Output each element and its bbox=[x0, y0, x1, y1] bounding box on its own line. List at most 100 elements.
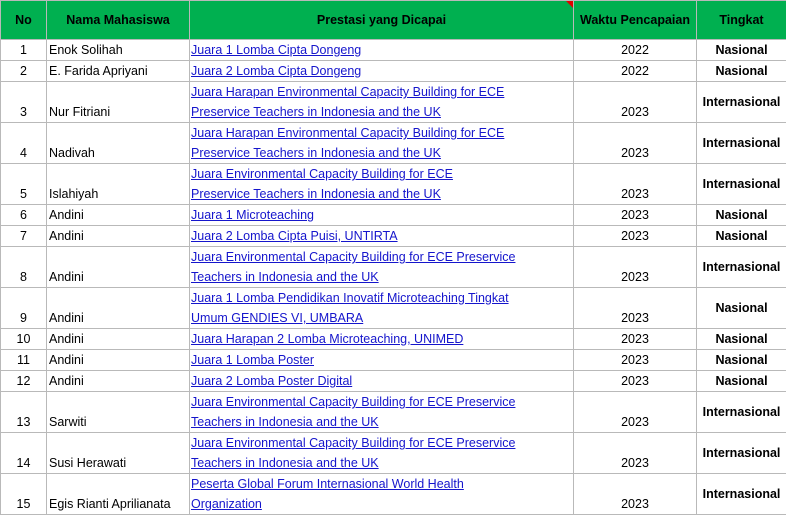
year-cell[interactable]: 2023 bbox=[574, 350, 697, 371]
column-header-no[interactable]: No bbox=[1, 1, 47, 40]
student-name-cell[interactable]: Andini bbox=[47, 247, 190, 288]
achievement-link[interactable]: Juara 2 Lomba Poster Digital bbox=[191, 371, 571, 391]
level-cell[interactable]: Internasional bbox=[697, 164, 786, 205]
level-cell[interactable]: Nasional bbox=[697, 205, 786, 226]
year-cell[interactable]: 2023 bbox=[574, 433, 697, 474]
achievement-link[interactable]: Juara Environmental Capacity Building fo… bbox=[191, 392, 571, 412]
achievement-link[interactable]: Teachers in Indonesia and the UK bbox=[191, 412, 571, 432]
row-number-cell[interactable]: 6 bbox=[1, 205, 47, 226]
year-cell[interactable]: 2023 bbox=[574, 123, 697, 164]
year-cell[interactable]: 2023 bbox=[574, 474, 697, 515]
row-number-cell[interactable]: 2 bbox=[1, 61, 47, 82]
student-name-cell[interactable]: Nur Fitriani bbox=[47, 82, 190, 123]
achievement-link[interactable]: Juara Harapan Environmental Capacity Bui… bbox=[191, 82, 571, 102]
level-cell[interactable]: Internasional bbox=[697, 123, 786, 164]
row-number-cell[interactable]: 9 bbox=[1, 288, 47, 329]
achievement-link[interactable]: Juara 1 Lomba Poster bbox=[191, 350, 571, 370]
achievement-cell[interactable]: Juara Environmental Capacity Building fo… bbox=[190, 247, 574, 288]
achievement-cell[interactable]: Peserta Global Forum Internasional World… bbox=[190, 474, 574, 515]
achievement-link[interactable]: Juara Environmental Capacity Building fo… bbox=[191, 433, 571, 453]
achievement-link[interactable]: Preservice Teachers in Indonesia and the… bbox=[191, 102, 571, 122]
column-header-achievement[interactable]: Prestasi yang Dicapai bbox=[190, 1, 574, 40]
column-header-level[interactable]: Tingkat bbox=[697, 1, 786, 40]
row-number-cell[interactable]: 1 bbox=[1, 40, 47, 61]
achievement-link[interactable]: Teachers in Indonesia and the UK bbox=[191, 453, 571, 473]
achievement-cell[interactable]: Juara 1 Lomba Cipta Dongeng bbox=[190, 40, 574, 61]
year-cell[interactable]: 2023 bbox=[574, 371, 697, 392]
level-cell[interactable]: Internasional bbox=[697, 392, 786, 433]
year-cell[interactable]: 2022 bbox=[574, 61, 697, 82]
student-name-cell[interactable]: Andini bbox=[47, 371, 190, 392]
row-number-cell[interactable]: 10 bbox=[1, 329, 47, 350]
row-number-cell[interactable]: 11 bbox=[1, 350, 47, 371]
row-number-cell[interactable]: 4 bbox=[1, 123, 47, 164]
achievement-cell[interactable]: Juara Harapan 2 Lomba Microteaching, UNI… bbox=[190, 329, 574, 350]
achievement-link[interactable]: Juara 2 Lomba Cipta Dongeng bbox=[191, 61, 571, 81]
year-cell[interactable]: 2023 bbox=[574, 329, 697, 350]
level-cell[interactable]: Internasional bbox=[697, 474, 786, 515]
year-cell[interactable]: 2023 bbox=[574, 288, 697, 329]
achievement-cell[interactable]: Juara Environmental Capacity Building fo… bbox=[190, 392, 574, 433]
level-cell[interactable]: Nasional bbox=[697, 226, 786, 247]
achievement-link[interactable]: Teachers in Indonesia and the UK bbox=[191, 267, 571, 287]
level-cell[interactable]: Internasional bbox=[697, 433, 786, 474]
student-name-cell[interactable]: Sarwiti bbox=[47, 392, 190, 433]
level-cell[interactable]: Nasional bbox=[697, 329, 786, 350]
achievement-cell[interactable]: Juara 1 Lomba Poster bbox=[190, 350, 574, 371]
year-cell[interactable]: 2023 bbox=[574, 164, 697, 205]
achievement-link[interactable]: Juara Environmental Capacity Building fo… bbox=[191, 247, 571, 267]
achievement-cell[interactable]: Juara Environmental Capacity Building fo… bbox=[190, 433, 574, 474]
student-name-cell[interactable]: Islahiyah bbox=[47, 164, 190, 205]
level-cell[interactable]: Nasional bbox=[697, 350, 786, 371]
achievement-link[interactable]: Umum GENDIES VI, UMBARA bbox=[191, 308, 571, 328]
column-header-time[interactable]: Waktu Pencapaian bbox=[574, 1, 697, 40]
student-name-cell[interactable]: Andini bbox=[47, 288, 190, 329]
year-cell[interactable]: 2023 bbox=[574, 82, 697, 123]
achievement-link[interactable]: Juara 1 Lomba Cipta Dongeng bbox=[191, 40, 571, 60]
student-name-cell[interactable]: Egis Rianti Aprilianata bbox=[47, 474, 190, 515]
row-number-cell[interactable]: 12 bbox=[1, 371, 47, 392]
achievement-link[interactable]: Peserta Global Forum Internasional World… bbox=[191, 474, 571, 494]
level-cell[interactable]: Internasional bbox=[697, 82, 786, 123]
year-cell[interactable]: 2022 bbox=[574, 40, 697, 61]
year-cell[interactable]: 2023 bbox=[574, 205, 697, 226]
row-number-cell[interactable]: 7 bbox=[1, 226, 47, 247]
level-cell[interactable]: Nasional bbox=[697, 288, 786, 329]
achievement-link[interactable]: Juara 1 Lomba Pendidikan Inovatif Microt… bbox=[191, 288, 571, 308]
achievement-cell[interactable]: Juara 1 Lomba Pendidikan Inovatif Microt… bbox=[190, 288, 574, 329]
row-number-cell[interactable]: 13 bbox=[1, 392, 47, 433]
student-name-cell[interactable]: Enok Solihah bbox=[47, 40, 190, 61]
achievement-cell[interactable]: Juara 2 Lomba Cipta Dongeng bbox=[190, 61, 574, 82]
achievement-cell[interactable]: Juara Harapan Environmental Capacity Bui… bbox=[190, 82, 574, 123]
achievement-link[interactable]: Preservice Teachers in Indonesia and the… bbox=[191, 184, 571, 204]
column-header-name[interactable]: Nama Mahasiswa bbox=[47, 1, 190, 40]
year-cell[interactable]: 2023 bbox=[574, 247, 697, 288]
achievement-link[interactable]: Juara Environmental Capacity Building fo… bbox=[191, 164, 571, 184]
achievement-cell[interactable]: Juara Harapan Environmental Capacity Bui… bbox=[190, 123, 574, 164]
year-cell[interactable]: 2023 bbox=[574, 392, 697, 433]
achievement-link[interactable]: Juara 2 Lomba Cipta Puisi, UNTIRTA bbox=[191, 226, 571, 246]
level-cell[interactable]: Nasional bbox=[697, 40, 786, 61]
student-name-cell[interactable]: Andini bbox=[47, 329, 190, 350]
student-name-cell[interactable]: Andini bbox=[47, 350, 190, 371]
row-number-cell[interactable]: 8 bbox=[1, 247, 47, 288]
achievement-cell[interactable]: Juara Environmental Capacity Building fo… bbox=[190, 164, 574, 205]
achievement-cell[interactable]: Juara 1 Microteaching bbox=[190, 205, 574, 226]
level-cell[interactable]: Nasional bbox=[697, 371, 786, 392]
achievement-link[interactable]: Juara 1 Microteaching bbox=[191, 205, 571, 225]
row-number-cell[interactable]: 14 bbox=[1, 433, 47, 474]
achievement-link[interactable]: Organization bbox=[191, 494, 571, 514]
row-number-cell[interactable]: 5 bbox=[1, 164, 47, 205]
student-name-cell[interactable]: E. Farida Apriyani bbox=[47, 61, 190, 82]
level-cell[interactable]: Nasional bbox=[697, 61, 786, 82]
year-cell[interactable]: 2023 bbox=[574, 226, 697, 247]
achievement-cell[interactable]: Juara 2 Lomba Cipta Puisi, UNTIRTA bbox=[190, 226, 574, 247]
achievement-link[interactable]: Juara Harapan Environmental Capacity Bui… bbox=[191, 123, 571, 143]
achievement-cell[interactable]: Juara 2 Lomba Poster Digital bbox=[190, 371, 574, 392]
level-cell[interactable]: Internasional bbox=[697, 247, 786, 288]
achievement-link[interactable]: Juara Harapan 2 Lomba Microteaching, UNI… bbox=[191, 329, 571, 349]
row-number-cell[interactable]: 3 bbox=[1, 82, 47, 123]
achievement-link[interactable]: Preservice Teachers in Indonesia and the… bbox=[191, 143, 571, 163]
row-number-cell[interactable]: 15 bbox=[1, 474, 47, 515]
student-name-cell[interactable]: Nadivah bbox=[47, 123, 190, 164]
